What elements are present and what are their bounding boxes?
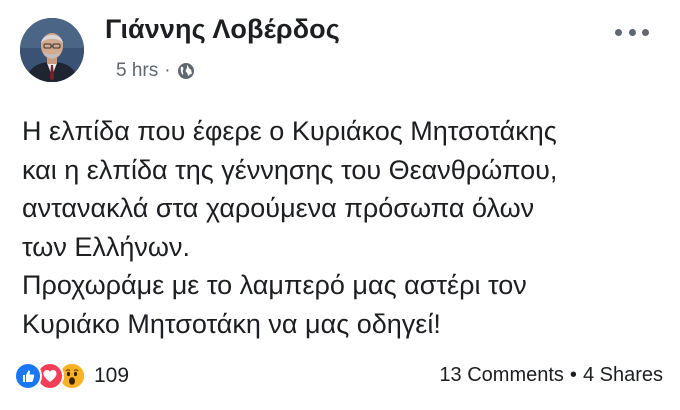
reactions-summary[interactable]: 109	[14, 362, 129, 390]
shares-count[interactable]: 4 Shares	[583, 364, 663, 387]
facebook-post: Γιάννης Λοβέρδος 5 hrs · Η ελπίδα που έφ…	[0, 0, 680, 410]
author-avatar[interactable]	[20, 18, 84, 82]
counts-separator: •	[569, 364, 577, 386]
more-options-icon[interactable]	[615, 26, 649, 38]
reaction-count: 109	[94, 364, 130, 387]
more-dot	[642, 28, 649, 36]
engagement-counts: 13 Comments • 4 Shares	[439, 364, 663, 387]
more-dot	[628, 28, 636, 36]
post-text-line: Κυριάκο Μητσοτάκη να μας οδηγεί!	[22, 308, 441, 339]
post-text: Η ελπίδα που έφερε ο Κυριάκος Μητσοτάκης…	[22, 112, 672, 344]
post-timestamp[interactable]: 5 hrs	[116, 60, 158, 82]
globe-icon	[177, 62, 195, 80]
post-text-line: Προχωράμε με το λαμπερό μας αστέρι τον	[22, 270, 527, 301]
like-icon	[14, 362, 42, 390]
post-text-line: και η ελπίδα της γέννησης του Θεανθρώπου…	[22, 154, 558, 185]
more-dot	[615, 28, 622, 36]
meta-separator: ·	[164, 60, 171, 81]
post-text-line: των Ελλήνων.	[22, 231, 190, 262]
author-name[interactable]: Γιάννης Λοβέρδος	[105, 14, 340, 45]
comments-count[interactable]: 13 Comments	[439, 364, 564, 387]
post-text-line: Η ελπίδα που έφερε ο Κυριάκος Μητσοτάκης	[22, 116, 557, 146]
post-text-line: αντανακλά στα χαρούμενα πρόσωπα όλων	[22, 193, 535, 224]
post-meta: 5 hrs ·	[116, 60, 195, 82]
